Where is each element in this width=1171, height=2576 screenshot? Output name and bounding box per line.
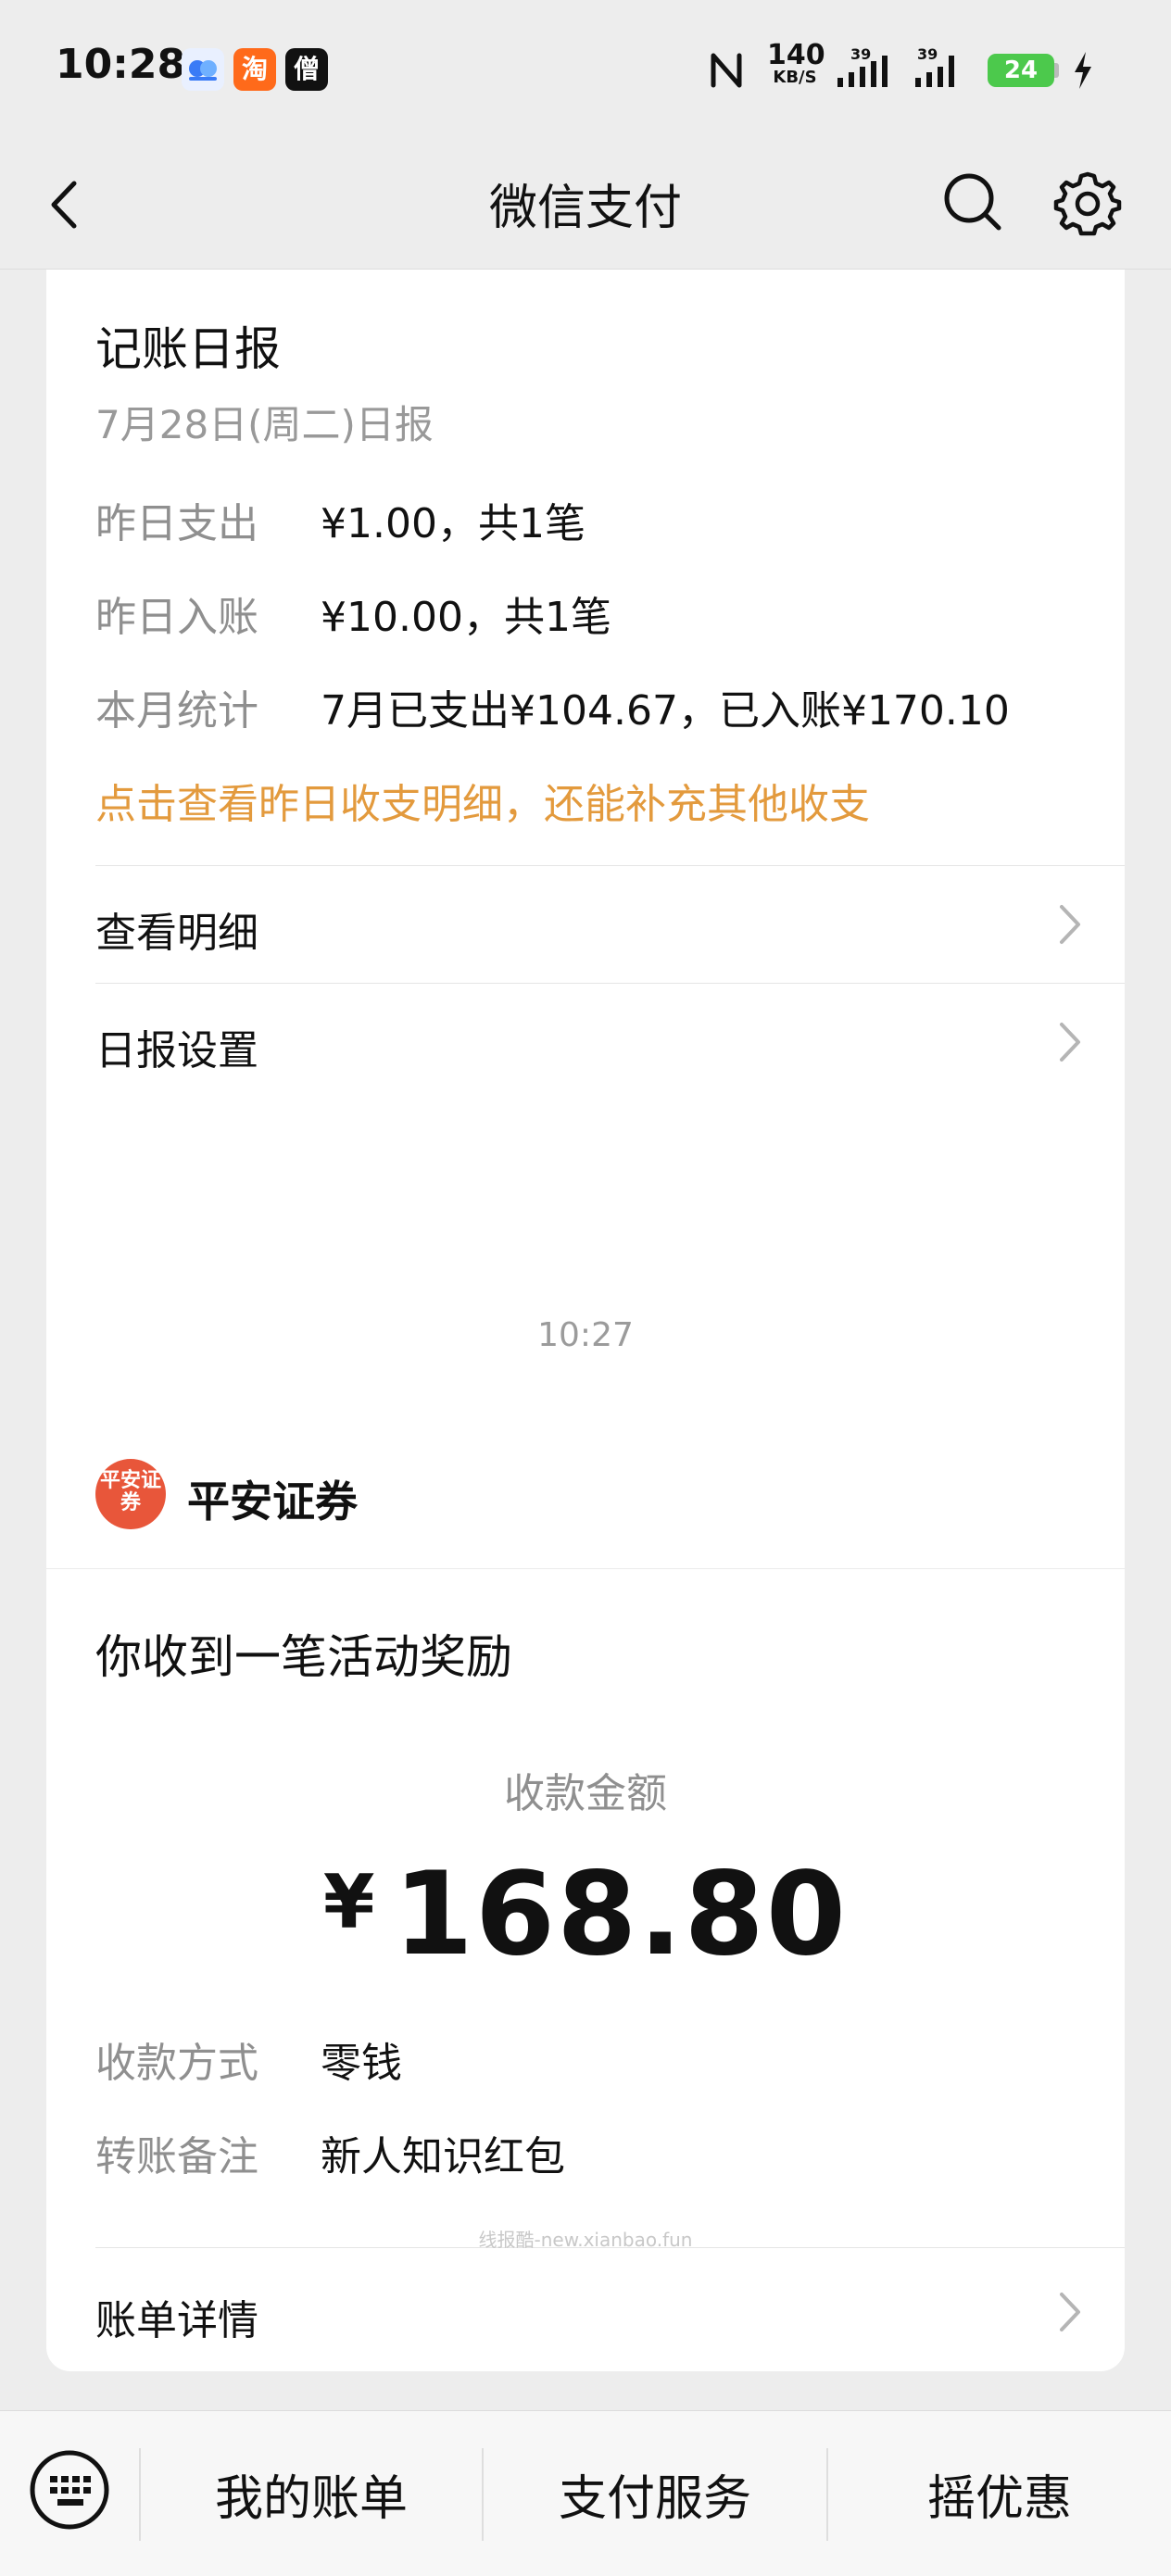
keyboard-icon[interactable] <box>28 2448 111 2532</box>
signal-2-label: 39 <box>917 46 938 63</box>
nfc-icon <box>711 53 742 88</box>
tab-my-bills[interactable]: 我的账单 <box>141 2459 482 2533</box>
search-icon[interactable] <box>938 167 1008 237</box>
yesterday-expense-value: ¥1.00，共1笔 <box>321 500 586 547</box>
monthly-stats-value: 7月已支出¥104.67，已入账¥170.10 <box>321 687 1010 735</box>
baidu-netdisk-icon <box>182 48 224 91</box>
daily-report-title: 记账日报 <box>95 322 281 376</box>
yesterday-expense-label: 昨日支出 <box>95 500 258 547</box>
monthly-stats-label: 本月统计 <box>95 687 258 735</box>
chevron-right-icon <box>1060 2293 1080 2331</box>
report-settings-row[interactable]: 日报设置 <box>46 984 1125 1100</box>
card-header-divider <box>46 1568 1125 1569</box>
daily-report-subtitle: 7月28日(周二)日报 <box>95 402 434 447</box>
watermark: 线报酷-new.xianbao.fun <box>478 2229 693 2251</box>
yesterday-income-value: ¥10.00，共1笔 <box>321 594 611 641</box>
payment-method-value: 零钱 <box>321 2040 402 2087</box>
signal-1-icon: 39 <box>837 46 888 87</box>
message-list[interactable]: 记账日报 7月28日(周二)日报 昨日支出 ¥1.00，共1笔 昨日入账 ¥10… <box>0 270 1171 2410</box>
transfer-note-label: 转账备注 <box>95 2133 258 2180</box>
taobao-icon: 淘 <box>233 48 276 91</box>
currency-symbol: ¥ <box>322 1859 377 1945</box>
view-details-row[interactable]: 查看明细 <box>46 866 1125 983</box>
tab-shake-deals[interactable]: 摇优惠 <box>828 2459 1171 2533</box>
yesterday-income-label: 昨日入账 <box>95 594 258 641</box>
view-details-hint-link[interactable]: 点击查看昨日收支明细，还能补充其他收支 <box>95 771 870 830</box>
chevron-right-icon <box>1060 1023 1080 1062</box>
network-speed-value: 140 <box>767 39 825 71</box>
bill-details-label: 账单详情 <box>95 2297 258 2344</box>
payment-method-label: 收款方式 <box>95 2040 258 2087</box>
pingan-logo: 平安证券 <box>95 1459 166 1529</box>
network-speed-unit: KB/S <box>773 68 817 87</box>
amount-label: 收款金额 <box>504 1770 667 1817</box>
news-app-icon: 僧 <box>285 48 328 91</box>
network-speed: 140 KB/S <box>767 42 825 87</box>
signal-1-label: 39 <box>850 46 871 63</box>
message-timestamp: 10:27 <box>537 1316 634 1354</box>
tab-payment-services[interactable]: 支付服务 <box>484 2459 826 2533</box>
bill-details-row[interactable]: 账单详情 <box>46 2254 1125 2370</box>
reward-card[interactable]: 平安证券 平安证券 你收到一笔活动奖励 收款金额 ¥168.80 收款方式 零钱… <box>46 1413 1125 2371</box>
amount-value: ¥168.80 <box>46 1848 1125 1981</box>
charging-icon <box>1075 52 1091 89</box>
status-time: 10:28 <box>56 41 186 88</box>
bottom-menu-bar: 我的账单 支付服务 摇优惠 <box>0 2410 1171 2576</box>
brand-name[interactable]: 平安证券 <box>187 1468 358 1529</box>
daily-report-card[interactable]: 记账日报 7月28日(周二)日报 昨日支出 ¥1.00，共1笔 昨日入账 ¥10… <box>46 270 1125 1490</box>
status-bar: 10:28 淘 僧 140 KB/S 39 39 24 <box>0 0 1171 139</box>
report-settings-label: 日报设置 <box>95 1027 258 1074</box>
nav-bar: 微信支付 <box>0 139 1171 270</box>
gear-icon[interactable] <box>1052 167 1123 237</box>
view-details-label: 查看明细 <box>95 910 258 957</box>
signal-2-icon: 39 <box>915 46 954 87</box>
amount-number: 168.80 <box>393 1848 849 1981</box>
transfer-note-value: 新人知识红包 <box>321 2133 565 2180</box>
chevron-right-icon <box>1060 905 1080 944</box>
reward-title: 你收到一笔活动奖励 <box>95 1630 512 1684</box>
battery-cap <box>1054 63 1059 78</box>
battery-indicator: 24 <box>988 54 1054 87</box>
